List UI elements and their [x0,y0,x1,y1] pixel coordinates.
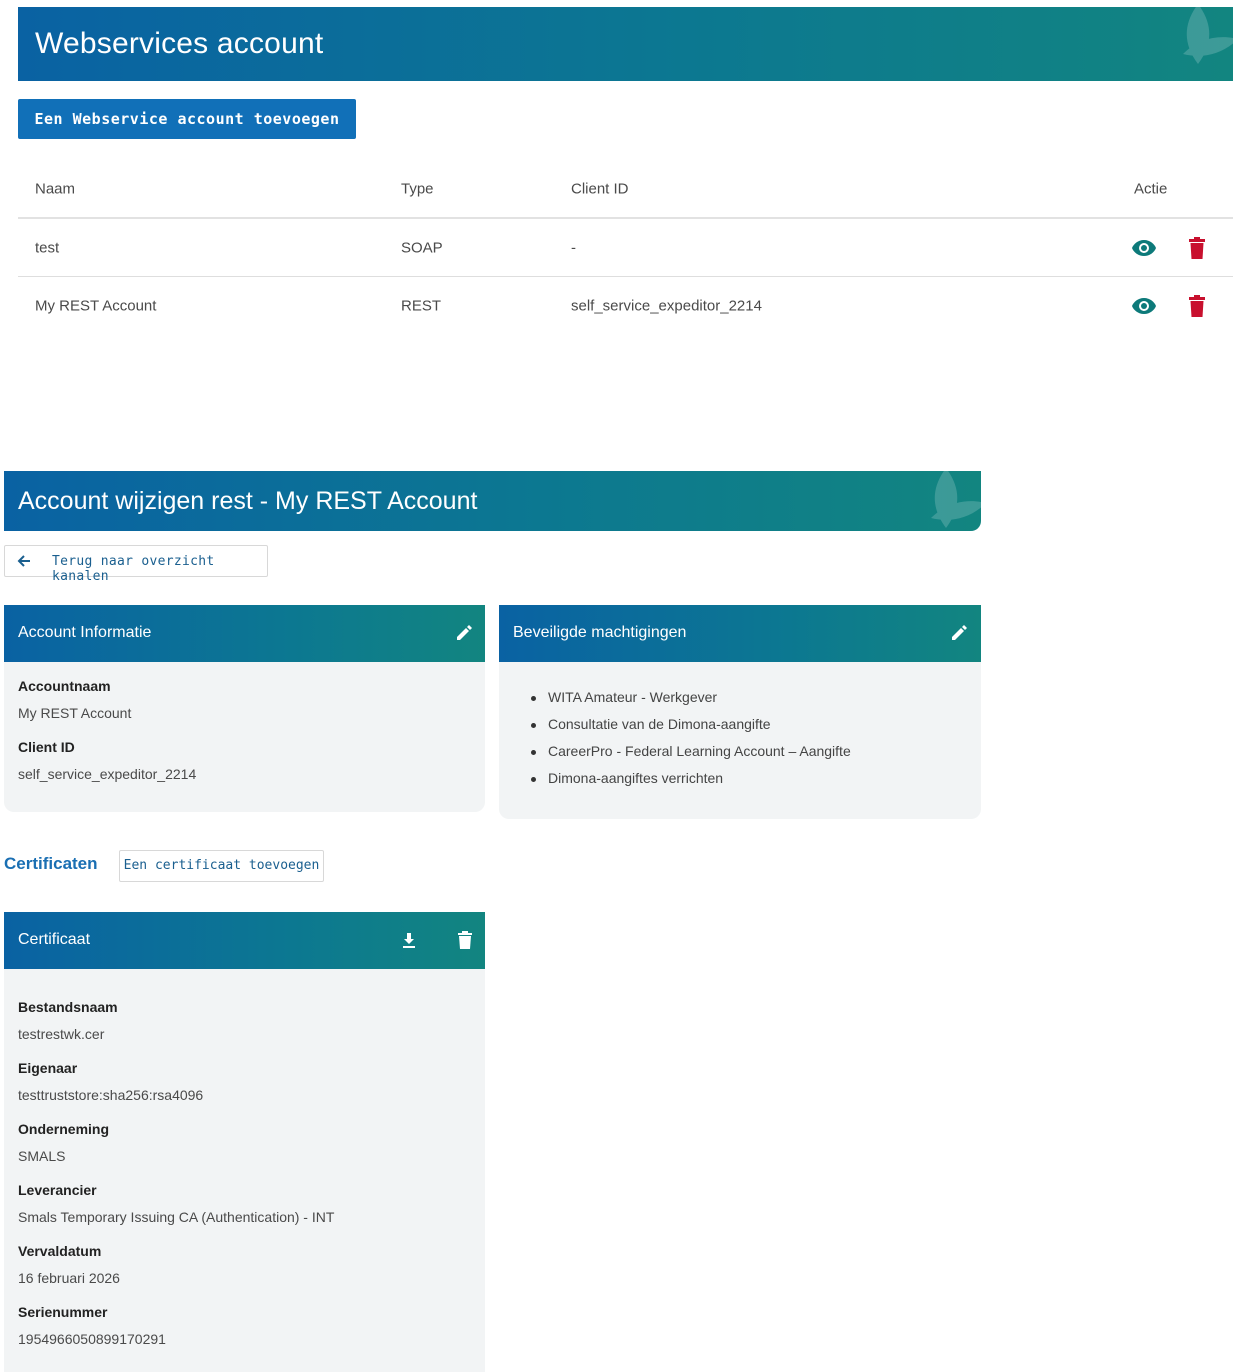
account-info-card-header: Account Informatie [4,605,485,662]
list-item: WITA Amateur - Werkgever [528,689,851,716]
serienummer-label: Serienummer [18,1304,108,1320]
list-item: CareerPro - Federal Learning Account – A… [528,743,851,770]
eigenaar-value: testtruststore:sha256:rsa4096 [18,1087,204,1103]
eye-icon[interactable] [1131,297,1157,315]
list-item: Dimona-aangiftes verrichten [528,770,851,797]
add-webservice-account-button[interactable]: Een Webservice account toevoegen [18,99,356,139]
cell-type: SOAP [401,239,443,256]
page-title: Webservices account [35,27,324,60]
serienummer-value: 1954966050899170291 [18,1331,166,1347]
account-info-card: Account Informatie Accountnaam My REST A… [4,605,485,812]
back-button[interactable]: Terug naar overzicht kanalen [4,545,268,584]
trash-icon[interactable] [456,931,474,949]
column-header-client-id[interactable]: Client ID [571,180,629,197]
table-row: My REST Account REST self_service_expedi… [18,277,1233,335]
column-header-type[interactable]: Type [401,180,434,197]
accountnaam-value: My REST Account [18,705,132,721]
eigenaar-label: Eigenaar [18,1060,78,1076]
leverancier-value: Smals Temporary Issuing CA (Authenticati… [18,1209,335,1225]
cell-naam: My REST Account [35,297,157,315]
arrow-left-icon [17,555,30,567]
vervaldatum-value: 16 februari 2026 [18,1270,120,1286]
cell-client-id: - [571,239,576,256]
leaf-decoration-icon [931,471,981,528]
edit-title: Account wijzigen rest - My REST Account [18,487,478,515]
edit-account-header: Account wijzigen rest - My REST Account [4,471,981,531]
eye-icon[interactable] [1131,239,1157,257]
certificate-card: Certificaat Bestandsnaam testrestwk.cer … [4,912,485,1372]
account-info-title: Account Informatie [18,624,152,641]
webservices-header: Webservices account [18,7,1233,81]
back-button-label: Terug naar overzicht kanalen [52,554,215,584]
accountnaam-label: Accountnaam [18,678,111,694]
table-row: test SOAP - [18,219,1233,277]
download-icon[interactable] [400,931,418,949]
column-header-actie: Actie [1134,180,1168,197]
cell-type: REST [401,297,442,315]
certificates-section-title: Certificaten [4,854,98,873]
add-certificate-button[interactable]: Een certificaat toevoegen [119,850,324,882]
client-id-value: self_service_expeditor_2214 [18,766,197,782]
table-header-row: Naam Type Client ID Actie [18,160,1233,219]
pencil-icon[interactable] [455,624,473,642]
vervaldatum-label: Vervaldatum [18,1243,102,1259]
client-id-label: Client ID [18,739,75,755]
certificate-title: Certificaat [18,931,91,948]
permissions-list: WITA Amateur - Werkgever Consultatie van… [528,689,851,797]
bestandsnaam-value: testrestwk.cer [18,1026,105,1042]
leverancier-label: Leverancier [18,1182,97,1198]
permissions-card-header: Beveiligde machtigingen [499,605,981,662]
leaf-decoration-icon [1183,7,1233,64]
cell-naam: test [35,239,60,256]
pencil-icon[interactable] [950,624,968,642]
cell-client-id: self_service_expeditor_2214 [571,297,762,315]
list-item: Consultatie van de Dimona-aangifte [528,716,851,743]
onderneming-label: Onderneming [18,1121,110,1137]
trash-icon[interactable] [1188,236,1206,259]
trash-icon[interactable] [1188,295,1206,317]
permissions-card: Beveiligde machtigingen WITA Amateur - W… [499,605,981,819]
certificate-card-header: Certificaat [4,912,485,969]
permissions-title: Beveiligde machtigingen [513,624,687,641]
column-header-naam[interactable]: Naam [35,180,75,197]
onderneming-value: SMALS [18,1148,66,1164]
bestandsnaam-label: Bestandsnaam [18,999,118,1015]
accounts-table: Naam Type Client ID Actie test SOAP - My… [18,160,1233,335]
